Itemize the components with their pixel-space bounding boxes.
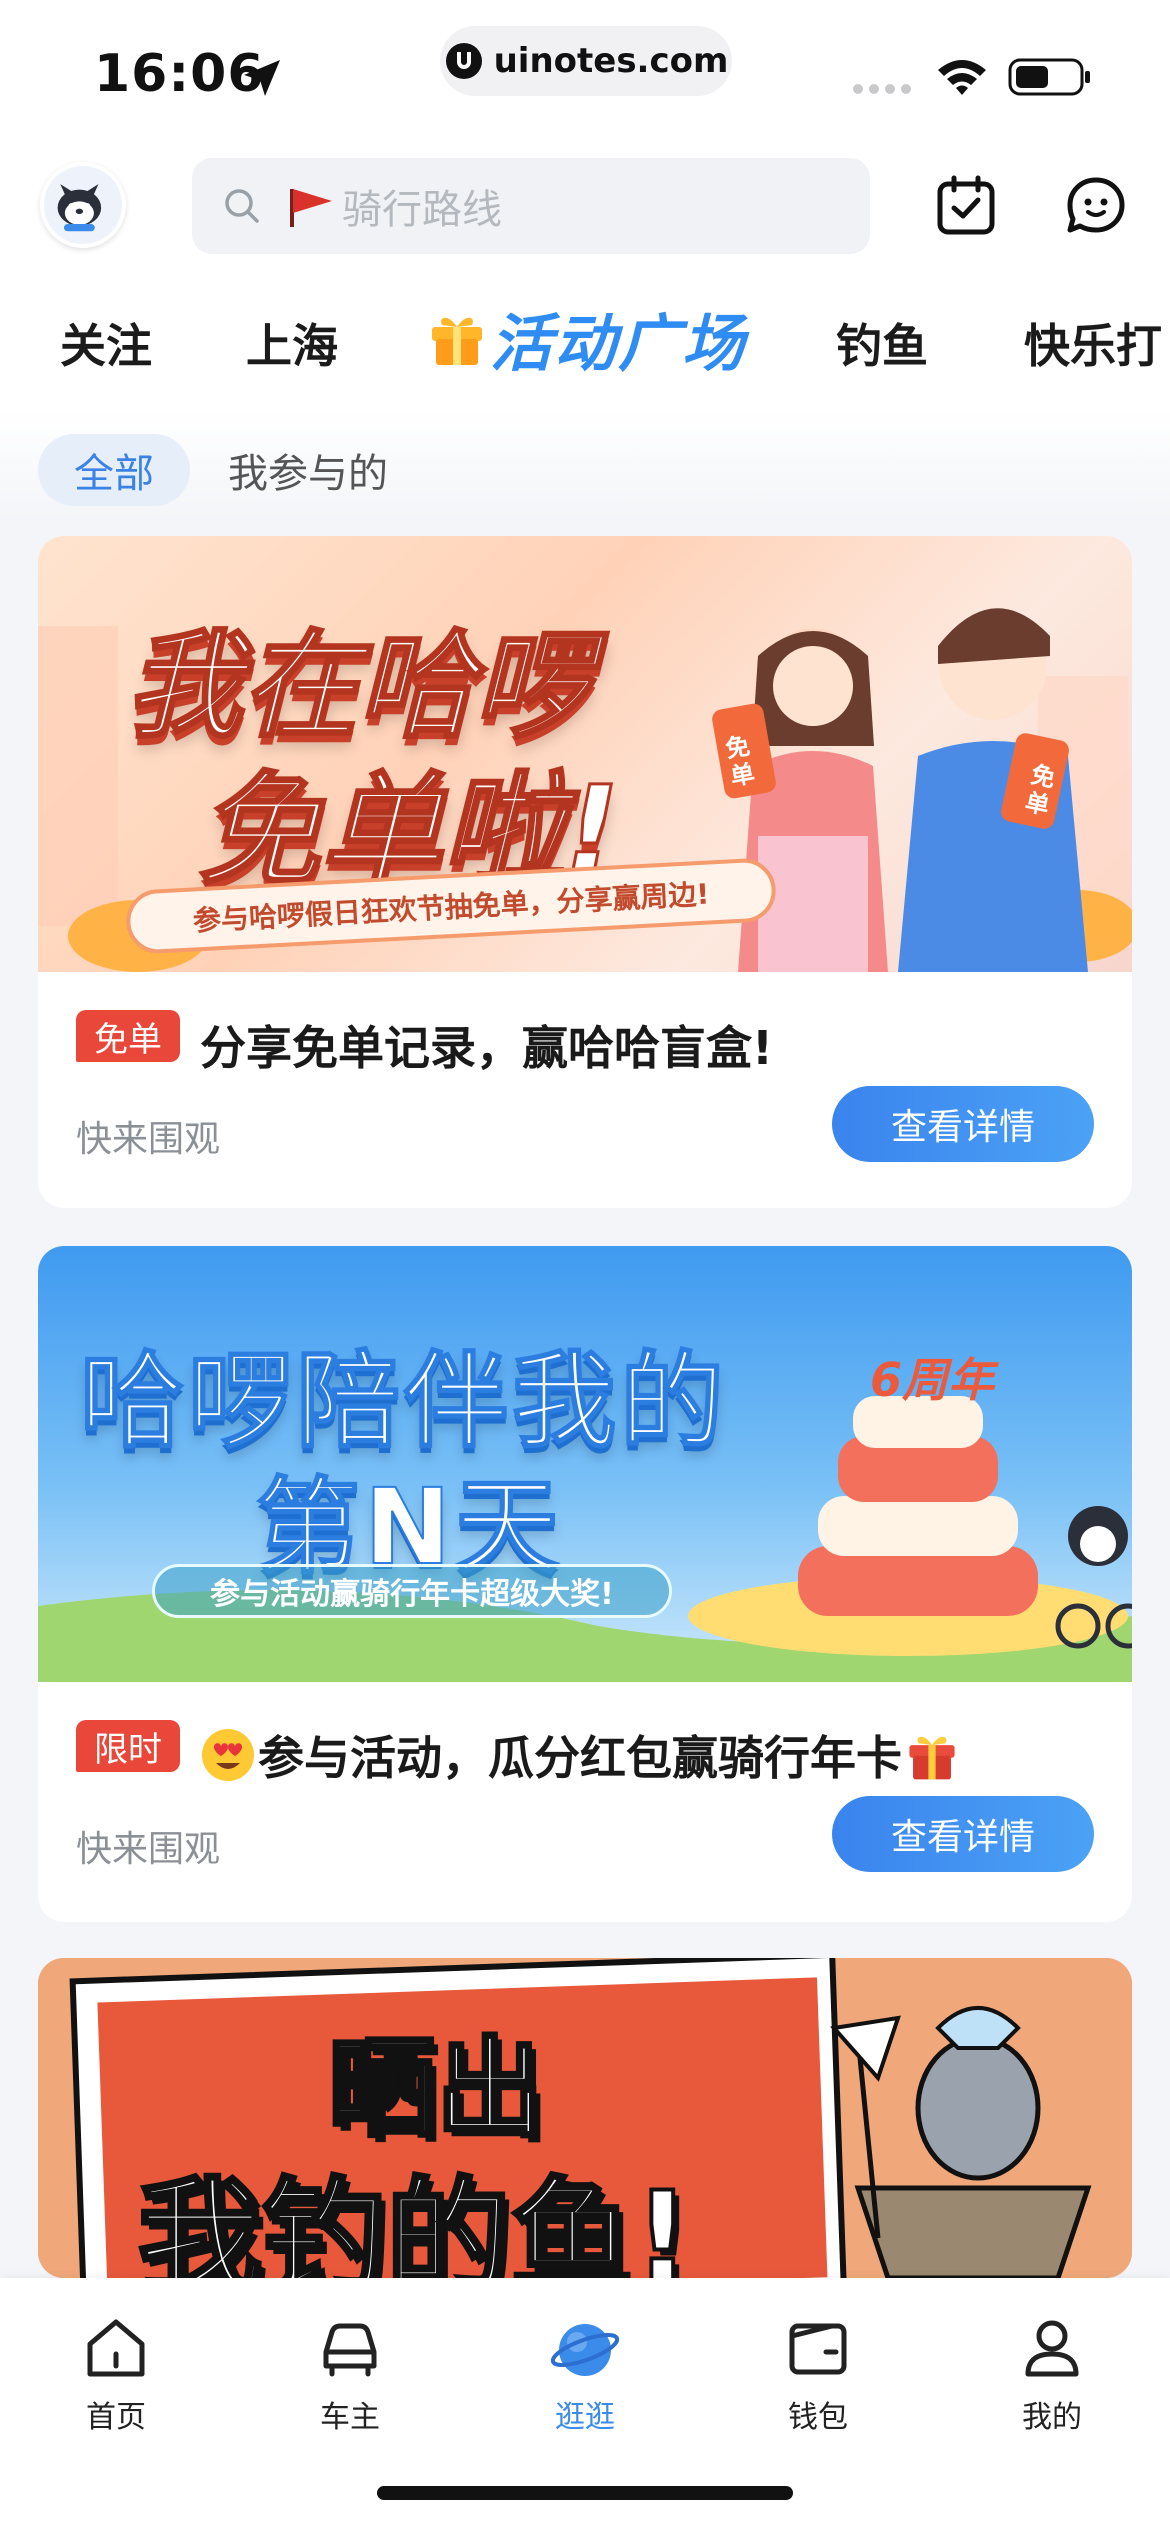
planet-icon (550, 2324, 620, 2376)
sub-tab-all[interactable]: 全部 (38, 434, 190, 506)
heart-eyes-emoji-icon (202, 1729, 254, 1781)
car-icon (323, 2323, 377, 2377)
sub-tab-mine[interactable]: 我参与的 (228, 434, 388, 506)
category-tabs: 关注 上海 活动广场 钓鱼 快乐打 (0, 270, 1170, 410)
card-body: 限时 参与活动，瓜分红包赢骑行年卡 快来围观 查看详情 (38, 1682, 1132, 1918)
activity-card[interactable]: 晒出 我钓的鱼! (38, 1958, 1132, 2278)
card-subtitle: 快来围观 (76, 1829, 221, 1870)
wifi-icon (938, 60, 986, 95)
status-bar: 16:06 uinotes.com (0, 0, 1170, 140)
top-bar: 骑行路线 (0, 140, 1170, 270)
activity-card[interactable]: 我在哈啰 免单啦! 参与哈啰假日狂欢节抽免单，分享赢周边! 免单 免单 免单 分… (38, 536, 1132, 1208)
calendar-check-icon[interactable] (934, 174, 998, 238)
card-body: 免单 分享免单记录，赢哈哈盲盒! 快来围观 查看详情 (38, 972, 1132, 1208)
battery-icon (1008, 58, 1090, 96)
profile-icon (1025, 2320, 1079, 2377)
nav-label: 首页 (86, 2400, 146, 2435)
husky-avatar-icon (44, 166, 115, 237)
search-icon (225, 189, 259, 223)
view-details-button[interactable]: 查看详情 (832, 1796, 1094, 1872)
wallet-icon (789, 2323, 847, 2375)
tab-activity-square[interactable]: 活动广场 (428, 298, 746, 380)
banner-headline: 晒出 (326, 2025, 546, 2154)
search-placeholder: 骑行路线 (342, 187, 502, 233)
tab-shanghai[interactable]: 上海 (246, 310, 338, 376)
url-pill[interactable]: uinotes.com (440, 26, 732, 96)
nav-item-home[interactable]: 首页 (36, 2312, 196, 2436)
banner-ribbon: 参与活动赢骑行年卡超级大奖! (152, 1564, 672, 1618)
card-title: 参与活动，瓜分红包赢骑行年卡 (200, 1722, 960, 1788)
nav-item-wallet[interactable]: 钱包 (738, 2312, 898, 2436)
gift-icon (432, 317, 482, 365)
gift-box-emoji-icon (909, 1736, 955, 1780)
banner-headline: 我钓的鱼! (136, 2164, 693, 2278)
anniversary-badge: 6周年 (870, 1353, 995, 1407)
nav-label: 逛逛 (555, 2400, 615, 2435)
message-icon[interactable] (1064, 174, 1128, 238)
site-logo-icon (445, 43, 482, 79)
card-title-text: 参与活动，瓜分红包赢骑行年卡 (258, 1731, 902, 1785)
activity-banner[interactable]: 晒出 我钓的鱼! (38, 1958, 1132, 2278)
tab-activity-square-label: 活动广场 (490, 307, 747, 380)
signal-icon (853, 84, 911, 94)
nav-item-browse[interactable]: 逛逛 (505, 2312, 665, 2436)
sub-tabs: 全部 我参与的 (0, 410, 1170, 520)
nav-item-car-owner[interactable]: 车主 (270, 2312, 430, 2436)
card-tag: 免单 (76, 1010, 180, 1062)
tab-happy[interactable]: 快乐打 (1024, 310, 1162, 376)
card-title: 分享免单记录，赢哈哈盲盒! (200, 1012, 773, 1078)
card-tag: 限时 (76, 1720, 180, 1772)
nav-label: 车主 (320, 2400, 380, 2435)
page: 16:06 uinotes.com 骑行路线 关注 上海 活动广场 钓鱼 快乐打… (0, 0, 1170, 2532)
home-icon (87, 2319, 145, 2377)
nav-item-profile[interactable]: 我的 (972, 2312, 1132, 2436)
flag-icon (290, 189, 332, 227)
card-subtitle: 快来围观 (76, 1119, 221, 1160)
card-title-text: 分享免单记录，赢哈哈盲盒! (200, 1021, 773, 1075)
activity-banner[interactable]: 哈啰陪伴我的 第N天 参与活动赢骑行年卡超级大奖! 6周年 (38, 1246, 1132, 1682)
location-arrow-icon (244, 60, 280, 96)
home-indicator (377, 2486, 793, 2500)
search-input[interactable]: 骑行路线 (192, 158, 870, 254)
nav-label: 我的 (1022, 2400, 1082, 2435)
activity-card[interactable]: 哈啰陪伴我的 第N天 参与活动赢骑行年卡超级大奖! 6周年 限时 参与活动，瓜分… (38, 1246, 1132, 1922)
activity-banner[interactable]: 我在哈啰 免单啦! 参与哈啰假日狂欢节抽免单，分享赢周边! 免单 免单 (38, 536, 1132, 972)
tab-fishing[interactable]: 钓鱼 (836, 310, 928, 376)
tab-follow[interactable]: 关注 (60, 310, 152, 376)
nav-label: 钱包 (788, 2400, 848, 2435)
view-details-button[interactable]: 查看详情 (832, 1086, 1094, 1162)
url-text: uinotes.com (493, 41, 729, 81)
avatar[interactable] (40, 162, 126, 248)
